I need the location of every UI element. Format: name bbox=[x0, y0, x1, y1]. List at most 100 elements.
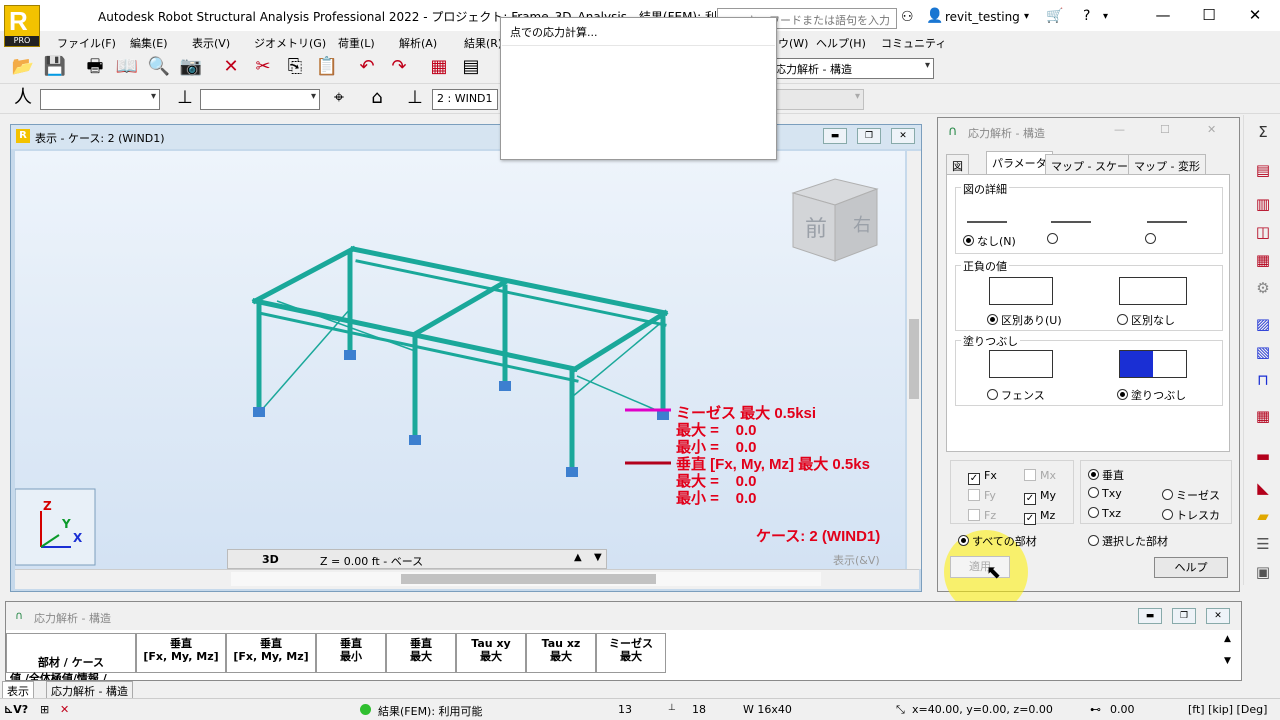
view-3d-button[interactable]: 3D bbox=[262, 553, 279, 566]
dialog-minimize-button[interactable]: — bbox=[1114, 123, 1125, 136]
table-scroll-down-icon[interactable]: ▼ bbox=[1224, 656, 1231, 666]
diagrams-icon[interactable]: ⊓ bbox=[1251, 371, 1275, 393]
help-button[interactable]: ヘルプ bbox=[1154, 557, 1228, 578]
fx-checkbox[interactable]: ✓ Fx bbox=[968, 469, 997, 485]
user-icon[interactable]: 👤 bbox=[926, 8, 943, 24]
header-normal-1[interactable]: 垂直 [Fx, My, Mz] bbox=[136, 633, 226, 673]
tab-parameters[interactable]: パラメータ bbox=[986, 151, 1053, 174]
copy-icon[interactable]: ⎘ bbox=[282, 54, 308, 80]
dialog-close-button[interactable]: ✕ bbox=[1207, 123, 1216, 136]
redo-icon[interactable]: ↷ bbox=[386, 54, 412, 80]
layers-icon[interactable]: ☰ bbox=[1251, 535, 1275, 557]
header-mises-max[interactable]: ミーゼス 最大 bbox=[596, 633, 666, 673]
paste-icon[interactable]: 📋 bbox=[314, 54, 340, 80]
plane-down-icon[interactable]: ▼ bbox=[594, 552, 602, 563]
load-case-icon[interactable]: ⊥ bbox=[402, 85, 428, 111]
tab-map-deform[interactable]: マップ - 変形 bbox=[1128, 154, 1206, 174]
tresca-radio[interactable]: トレスカ bbox=[1162, 507, 1220, 523]
txz-radio[interactable]: Txz bbox=[1088, 507, 1121, 520]
my-checkbox[interactable]: ✓ My bbox=[1024, 489, 1056, 505]
case-selection-combo[interactable]: ▾ bbox=[200, 89, 320, 110]
filter-icon[interactable]: ⊞ bbox=[40, 703, 49, 716]
menu-geometry[interactable]: ジオメトリ(G) bbox=[254, 35, 326, 51]
supports-icon[interactable]: ▦ bbox=[1251, 251, 1275, 273]
popup-item-point-stress[interactable]: 点での応力計算... bbox=[510, 24, 598, 40]
materials-icon[interactable]: ⚙ bbox=[1251, 279, 1275, 301]
selected-members-radio[interactable]: 選択した部材 bbox=[1088, 533, 1168, 549]
normal-radio[interactable]: 垂直 bbox=[1088, 467, 1124, 483]
results-icon[interactable]: ▦ bbox=[1251, 407, 1275, 429]
bar-selection-icon[interactable]: ⼈ bbox=[10, 85, 36, 111]
steel-design-icon[interactable]: ▬ bbox=[1251, 447, 1275, 469]
timber-icon[interactable]: ▰ bbox=[1251, 507, 1275, 529]
menu-help[interactable]: ヘルプ(H) bbox=[816, 35, 866, 51]
preview-icon[interactable]: 🔍 bbox=[146, 54, 172, 80]
layout-select[interactable]: 応力解析 - 構造 ▾ bbox=[770, 58, 934, 79]
view-vscroll[interactable] bbox=[907, 151, 921, 569]
vscroll-thumb[interactable] bbox=[909, 319, 919, 399]
minimize-button[interactable]: — bbox=[1148, 4, 1178, 26]
save-icon[interactable]: 💾 bbox=[42, 54, 68, 80]
plane-up-icon[interactable]: ▲ bbox=[574, 552, 582, 563]
menu-edit[interactable]: 編集(E) bbox=[130, 35, 168, 51]
sign-nodistinguish-radio[interactable]: 区別なし bbox=[1117, 312, 1175, 328]
select-mode-icon[interactable]: ⊾V? bbox=[4, 703, 28, 716]
structure-icon[interactable]: ⌂ bbox=[364, 85, 390, 111]
print-preview-icon[interactable]: 📖 bbox=[114, 54, 140, 80]
menu-file[interactable]: ファイル(F) bbox=[57, 35, 116, 51]
table-minimize-button[interactable]: ▬ bbox=[1138, 608, 1162, 624]
menu-results[interactable]: 結果(R) bbox=[464, 35, 502, 51]
help-icon[interactable]: ? bbox=[1083, 8, 1090, 24]
calculator-icon[interactable]: ▦ bbox=[426, 54, 452, 80]
fill-fence-radio[interactable]: フェンス bbox=[987, 387, 1045, 403]
load-cases-icon[interactable]: ▧ bbox=[1251, 343, 1275, 365]
view-minimize-button[interactable]: ▬ bbox=[823, 128, 847, 144]
open-icon[interactable]: 📂 bbox=[10, 54, 36, 80]
all-members-radio[interactable]: すべての部材 bbox=[958, 533, 1037, 549]
mises-radio[interactable]: ミーゼス bbox=[1162, 487, 1220, 503]
rc-design-icon[interactable]: ◣ bbox=[1251, 479, 1275, 501]
user-name[interactable]: revit_testing bbox=[945, 10, 1020, 24]
header-normal-2[interactable]: 垂直 [Fx, My, Mz] bbox=[226, 633, 316, 673]
loads-icon[interactable]: ▨ bbox=[1251, 315, 1275, 337]
table-scroll-up-icon[interactable]: ▲ bbox=[1224, 634, 1231, 644]
header-tauxy-max[interactable]: Tau xy 最大 bbox=[456, 633, 526, 673]
clear-icon[interactable]: ✕ bbox=[60, 703, 69, 716]
maximize-button[interactable]: ☐ bbox=[1194, 4, 1224, 26]
fill-solid-radio[interactable]: 塗りつぶし bbox=[1117, 387, 1186, 403]
binoculars-icon[interactable]: ⚇ bbox=[901, 9, 914, 25]
view-hscroll[interactable] bbox=[231, 572, 821, 586]
table-restore-button[interactable]: ❐ bbox=[1172, 608, 1196, 624]
3d-viewport[interactable]: 前 右 Z Y X ミーゼス 最大 0.5ksi 最大 = 0.0 最小 = 0… bbox=[15, 151, 905, 569]
table-tab-row[interactable]: 値 /全体極値/情報 / bbox=[10, 670, 107, 680]
tools-icon[interactable]: ▣ bbox=[1251, 563, 1275, 585]
bars-icon[interactable]: ▥ bbox=[1251, 195, 1275, 217]
print-icon[interactable]: 🖶 bbox=[82, 54, 108, 80]
menu-analysis[interactable]: 解析(A) bbox=[399, 35, 437, 51]
cart-icon[interactable]: 🛒 bbox=[1046, 8, 1063, 24]
units-display[interactable]: [ft] [kip] [Deg] bbox=[1188, 703, 1267, 716]
chevron-down-icon[interactable]: ▾ bbox=[1024, 11, 1029, 22]
undo-icon[interactable]: ↶ bbox=[354, 54, 380, 80]
header-normal-min[interactable]: 垂直 最小 bbox=[316, 633, 386, 673]
nodes-icon[interactable]: ▤ bbox=[1251, 161, 1275, 183]
fz-checkbox[interactable]: Fz bbox=[968, 509, 996, 522]
display-button[interactable]: 表示(&V) bbox=[833, 552, 880, 568]
equation-icon[interactable]: Σ bbox=[1251, 123, 1275, 145]
screen-capture-icon[interactable]: 📷 bbox=[178, 54, 204, 80]
view-close-button[interactable]: ✕ bbox=[891, 128, 915, 144]
sign-distinguish-radio[interactable]: 区別あり(U) bbox=[987, 312, 1062, 328]
fy-checkbox[interactable]: Fy bbox=[968, 489, 996, 502]
detail-values-radio[interactable] bbox=[1047, 233, 1061, 246]
view-restore-button[interactable]: ❐ bbox=[857, 128, 881, 144]
bar-selection-combo[interactable]: ▾ bbox=[40, 89, 160, 110]
calculation-icon[interactable]: ▤ bbox=[458, 54, 484, 80]
header-normal-max[interactable]: 垂直 最大 bbox=[386, 633, 456, 673]
cut-icon[interactable]: ✂ bbox=[250, 54, 276, 80]
menu-loads[interactable]: 荷重(L) bbox=[338, 35, 375, 51]
load-case-select[interactable]: 2 : WIND1 bbox=[432, 89, 498, 110]
menu-view[interactable]: 表示(V) bbox=[192, 35, 230, 51]
dialog-maximize-button[interactable]: ☐ bbox=[1160, 123, 1170, 136]
close-button[interactable]: ✕ bbox=[1240, 4, 1270, 26]
detail-extremes-radio[interactable] bbox=[1145, 233, 1159, 246]
